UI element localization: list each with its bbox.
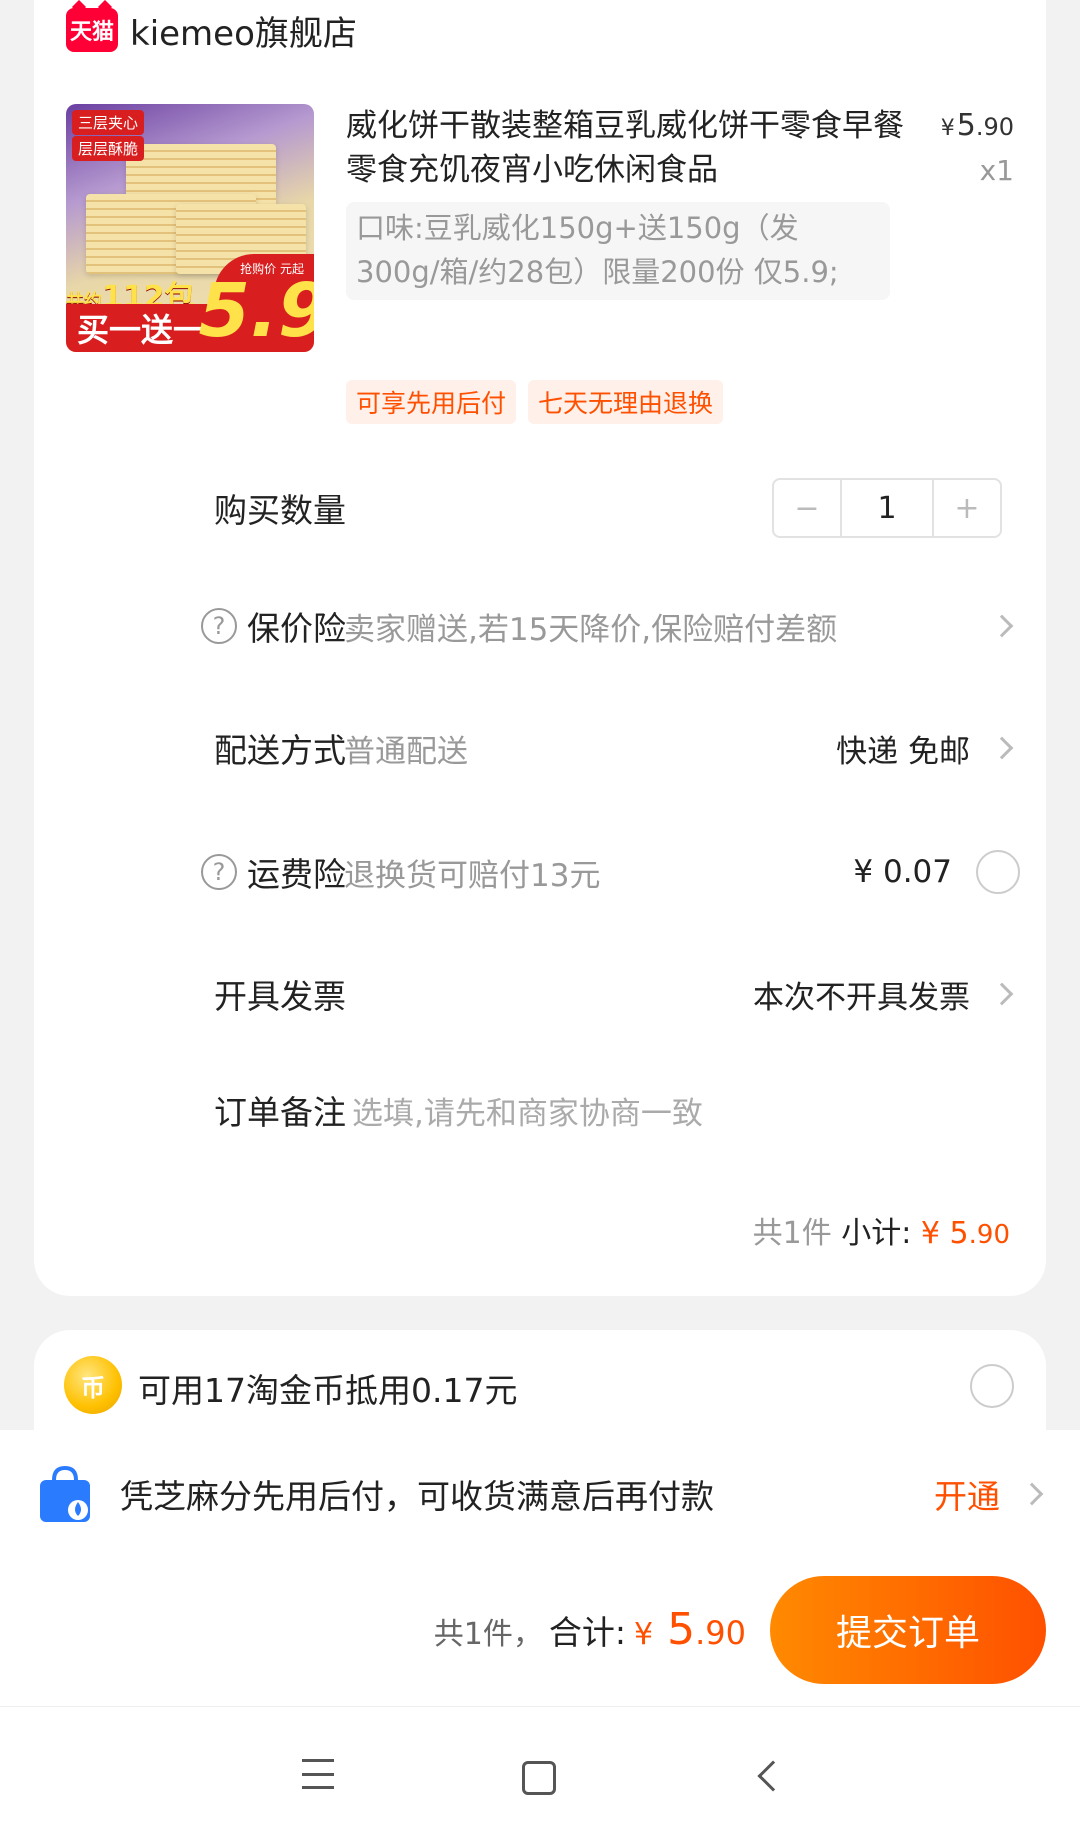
price-int: 5 <box>956 108 976 143</box>
chevron-right-icon <box>990 614 1014 638</box>
service-tag: 七天无理由退换 <box>528 380 724 424</box>
shopping-bag-icon <box>40 1465 90 1522</box>
order-note-input[interactable]: 选填,请先和商家协商一致 <box>352 1088 703 1133</box>
shop-name[interactable]: kiemeo旗舰店 <box>130 6 357 55</box>
coin-text: 可用17淘金币抵用0.17元 <box>138 1371 518 1410</box>
price-protection-label: ? 保价险 <box>201 602 346 650</box>
total-int: 5 <box>667 1604 696 1655</box>
sku-selector[interactable]: 口味:豆乳威化150g+送150g（发300g/箱/约28包）限量200份 仅5… <box>346 202 890 300</box>
order-note-row: 订单备注 选填,请先和商家协商一致 <box>34 1080 1046 1140</box>
quantity-input[interactable]: 1 <box>840 480 934 536</box>
freight-insurance-radio[interactable] <box>976 850 1020 894</box>
freight-insurance-row: ? 运费险 退换货可赔付13元 ¥ 0.07 <box>34 842 1046 902</box>
system-navbar <box>0 1706 1080 1837</box>
quantity-stepper: − 1 + <box>772 478 1002 538</box>
order-note-label: 订单备注 <box>214 1093 346 1132</box>
shop-header[interactable]: 天猫 kiemeo旗舰店 <box>66 6 357 55</box>
price-dec: .90 <box>975 113 1014 141</box>
subtotal-label: 小计: <box>841 1216 912 1251</box>
invoice-row[interactable]: 开具发票 本次不开具发票 <box>34 964 1046 1024</box>
subtotal-dec: .90 <box>968 1220 1010 1250</box>
order-total: 共1件， 合计: ¥ 5.90 <box>434 1604 746 1655</box>
help-icon[interactable]: ? <box>201 854 237 890</box>
product-price: ¥5.90 <box>941 108 1014 143</box>
image-promo: 买一送一 <box>66 304 216 352</box>
subtotal: 共1件 小计: ¥ 5.90 <box>753 1208 1010 1252</box>
invoice-value: 本次不开具发票 <box>753 979 970 1016</box>
delivery-desc: 普通配送 <box>344 733 468 770</box>
submit-order-button[interactable]: 提交订单 <box>770 1576 1046 1684</box>
total-label: 合计: <box>548 1613 627 1652</box>
service-tags: 可享先用后付 七天无理由退换 <box>346 380 724 424</box>
service-tag: 可享先用后付 <box>346 380 517 424</box>
freight-insurance-desc: 退换货可赔付13元 <box>344 857 601 894</box>
price-protection-desc: 卖家赠送,若15天降价,保险赔付差额 <box>344 611 838 648</box>
pay-later-banner[interactable]: 凭芝麻分先用后付，可收货满意后再付款 开通 <box>0 1430 1080 1558</box>
product-title[interactable]: 威化饼干散装整箱豆乳威化饼干零食早餐零食充饥夜宵小吃休闲食品 <box>346 104 906 192</box>
menu-icon[interactable] <box>298 1759 338 1789</box>
subtotal-count: 共1件 <box>752 1216 832 1251</box>
price-currency: ¥ <box>940 116 955 141</box>
price-protection-row[interactable]: ? 保价险 卖家赠送,若15天降价,保险赔付差额 <box>34 596 1046 656</box>
total-amount: ¥ 5.90 <box>634 1604 746 1655</box>
product-quantity: x1 <box>979 154 1014 187</box>
chevron-right-icon <box>1020 1482 1044 1506</box>
tmall-logo-icon: 天猫 <box>66 8 118 52</box>
freight-insurance-text: 运费险 <box>247 855 346 894</box>
home-icon[interactable] <box>522 1761 556 1795</box>
total-count: 共1件， <box>433 1617 543 1652</box>
chevron-right-icon <box>990 982 1014 1006</box>
pay-later-text: 凭芝麻分先用后付，可收货满意后再付款 <box>120 1477 714 1516</box>
product-image[interactable]: 三层夹心 层层酥脆 共约112包 买一送一 抢购价 元起 5.9 <box>66 104 314 352</box>
total-currency: ¥ <box>634 1617 654 1652</box>
chevron-right-icon <box>990 736 1014 760</box>
image-tag: 三层夹心 <box>72 110 145 135</box>
subtotal-currency: ¥ <box>920 1216 940 1251</box>
back-icon[interactable] <box>757 1760 789 1792</box>
freight-insurance-price: ¥ 0.07 <box>853 854 952 890</box>
image-price-label: 抢购价 元起 <box>240 262 304 276</box>
help-icon[interactable]: ? <box>201 608 237 644</box>
image-tag: 层层酥脆 <box>72 136 145 161</box>
activate-link[interactable]: 开通 <box>934 1470 1000 1518</box>
increase-button[interactable]: + <box>934 480 1000 536</box>
delivery-row[interactable]: 配送方式 普通配送 快递 免邮 <box>34 718 1046 778</box>
quantity-label: 购买数量 <box>214 491 346 530</box>
checkout-bar: 共1件， 合计: ¥ 5.90 提交订单 <box>0 1558 1080 1706</box>
subtotal-amount: ¥ 5.90 <box>921 1216 1010 1251</box>
shop-card: 天猫 kiemeo旗舰店 三层夹心 层层酥脆 共约112包 买一送一 抢购价 元… <box>34 0 1046 1296</box>
decrease-button[interactable]: − <box>774 480 840 536</box>
subtotal-int: 5 <box>949 1216 969 1251</box>
delivery-label: 配送方式 <box>214 731 346 770</box>
total-dec: .90 <box>695 1614 746 1652</box>
invoice-label: 开具发票 <box>214 977 346 1016</box>
price-protection-text: 保价险 <box>247 609 346 648</box>
delivery-value: 快递 免邮 <box>836 733 970 770</box>
coin-radio[interactable] <box>970 1364 1014 1408</box>
freight-insurance-label: ? 运费险 <box>201 848 346 896</box>
taobao-coin-icon: 币 <box>64 1356 122 1414</box>
